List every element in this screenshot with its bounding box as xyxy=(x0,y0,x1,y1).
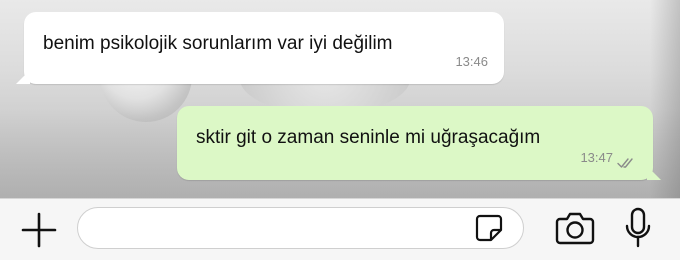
message-text: sktir git o zaman seninle mi uğraşacağım xyxy=(196,127,541,148)
composer-bar xyxy=(0,198,680,260)
sticker-icon[interactable] xyxy=(474,213,504,243)
chat-area: benim psikolojik sorunlarım var iyi deği… xyxy=(0,0,680,198)
bubble-tail xyxy=(647,166,661,180)
plus-icon[interactable] xyxy=(20,211,58,249)
read-receipt-icon xyxy=(617,158,633,168)
microphone-icon[interactable] xyxy=(622,206,654,250)
message-time: 13:47 xyxy=(580,150,613,165)
incoming-message[interactable]: benim psikolojik sorunlarım var iyi deği… xyxy=(16,12,504,84)
message-text: benim psikolojik sorunlarım var iyi deği… xyxy=(43,33,393,54)
message-input[interactable] xyxy=(77,207,524,249)
bubble-tail xyxy=(16,70,30,84)
outgoing-message[interactable]: sktir git o zaman seninle mi uğraşacağım… xyxy=(177,106,661,180)
message-time: 13:46 xyxy=(455,54,488,69)
camera-icon[interactable] xyxy=(555,210,595,246)
